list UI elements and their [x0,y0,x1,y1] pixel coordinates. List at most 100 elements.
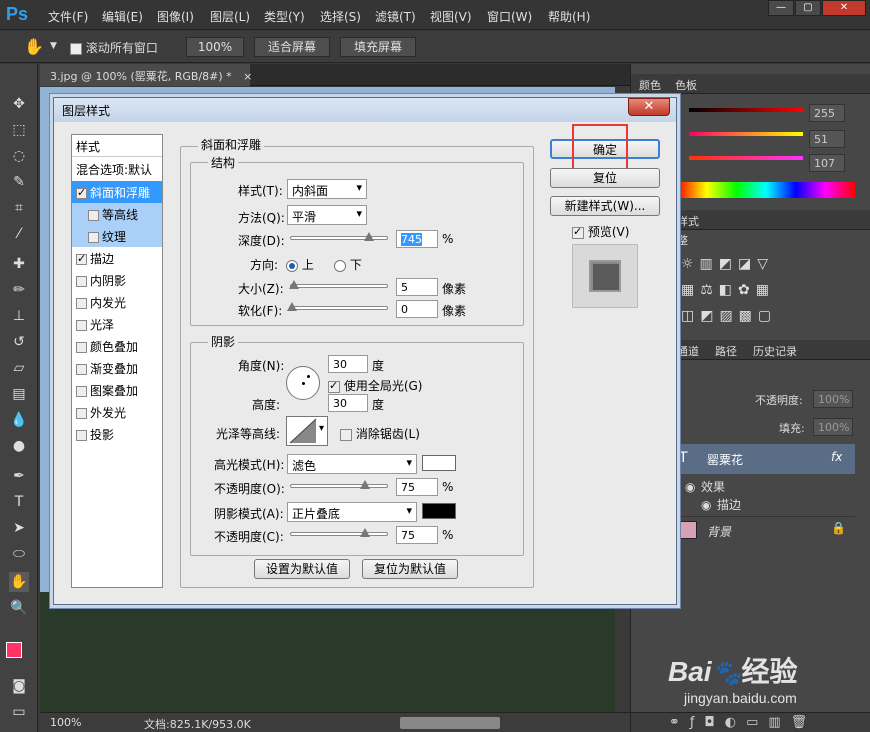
color-spectrum[interactable] [677,182,855,198]
new-style-button[interactable]: 新建样式(W)... [550,196,660,216]
marquee-tool-icon[interactable]: ⬚ [9,120,29,140]
tab-swatches[interactable]: 色板 [675,77,697,93]
style-inner-shadow[interactable]: 内阴影 [72,269,162,291]
dialog-close-button[interactable]: ✕ [628,98,670,116]
layer-panel-footer-icons[interactable]: ⚭ƒ◘◐▭▥🗑 [631,712,870,732]
angle-input[interactable]: 30 [328,355,368,373]
menu-layer[interactable]: 图层(L) [210,8,250,25]
menu-filter[interactable]: 滤镜(T) [375,8,416,25]
shape-tool-icon[interactable]: ⬭ [9,544,29,564]
history-brush-icon[interactable]: ↺ [9,332,29,352]
layer-row-poppy[interactable]: T 罂粟花 fx [675,444,855,474]
shadow-color-swatch[interactable] [422,503,456,519]
healing-brush-icon[interactable]: ✚ [9,254,29,274]
slider-thumb-icon[interactable] [289,280,299,289]
depth-input[interactable]: 745 [396,230,438,248]
style-bevel-emboss[interactable]: 斜面和浮雕 [72,181,162,203]
checkbox-icon[interactable] [328,379,340,393]
use-global-light-checkbox[interactable]: 使用全局光(G) [328,377,423,394]
brush-tool-icon[interactable]: ✏ [9,280,29,300]
menu-type[interactable]: 类型(Y) [264,8,305,25]
dodge-tool-icon[interactable]: ● [9,436,29,456]
stamp-tool-icon[interactable]: ⊥ [9,306,29,326]
tab-paths[interactable]: 路径 [715,343,737,359]
style-stroke[interactable]: 描边 [72,247,162,269]
move-tool-icon[interactable]: ✥ [9,94,29,114]
eraser-tool-icon[interactable]: ▱ [9,358,29,378]
blue-value[interactable]: 107 [809,154,845,172]
checkbox-icon[interactable] [76,430,87,441]
menu-file[interactable]: 文件(F) [48,8,88,25]
slider-thumb-icon[interactable] [287,302,297,311]
scroll-all-windows-checkbox[interactable]: 滚动所有窗口 [70,39,158,56]
screen-mode-icon[interactable]: ▭ [9,702,29,722]
checkbox-icon[interactable] [76,252,87,265]
style-contour[interactable]: 等高线 [72,203,162,225]
anti-aliased-checkbox[interactable]: 消除锯齿(L) [340,425,420,442]
size-input[interactable]: 5 [396,278,438,296]
menu-help[interactable]: 帮助(H) [548,8,590,25]
highlight-opacity-slider[interactable] [290,480,388,489]
direction-down-radio[interactable]: 下 [334,256,362,273]
close-window-button[interactable]: ✕ [822,0,866,16]
gradient-tool-icon[interactable]: ▤ [9,384,29,404]
radio-icon[interactable] [286,259,298,272]
slider-thumb-icon[interactable] [359,480,370,489]
style-gradient-overlay[interactable]: 渐变叠加 [72,357,162,379]
make-default-button[interactable]: 设置为默认值 [254,559,350,579]
reset-button[interactable]: 复位 [550,168,660,188]
style-outer-glow[interactable]: 外发光 [72,401,162,423]
checkbox-icon[interactable] [76,186,87,199]
adjustment-icons-row-1[interactable]: ☼▥◩◪▽ [681,256,774,272]
checkbox-icon[interactable] [76,276,87,287]
zoom-tool-icon[interactable]: 🔍 [9,598,29,618]
layer-opacity-input[interactable]: 100% [813,390,853,408]
highlight-opacity-input[interactable]: 75 [396,478,438,496]
green-value[interactable]: 51 [809,130,845,148]
hand-tool-icon[interactable]: ✋ [9,572,29,592]
red-value[interactable]: 255 [809,104,845,122]
fit-screen-button[interactable]: 适合屏幕 [254,37,330,57]
adjustment-icons-row-2[interactable]: ▦⚖◧✿▦ [681,282,775,298]
style-texture[interactable]: 纹理 [72,225,162,247]
tab-styles[interactable]: 样式 [677,213,699,229]
slider-thumb-icon[interactable] [364,232,375,241]
menu-edit[interactable]: 编辑(E) [102,8,143,25]
reset-default-button[interactable]: 复位为默认值 [362,559,458,579]
layer-fill-input[interactable]: 100% [813,418,853,436]
tab-adjustments[interactable]: 整 [677,232,688,248]
blur-tool-icon[interactable]: 💧 [9,410,29,430]
soften-input[interactable]: 0 [396,300,438,318]
quick-mask-icon[interactable]: ◙ [9,676,29,696]
slider-thumb-icon[interactable] [359,528,370,537]
style-inner-glow[interactable]: 内发光 [72,291,162,313]
checkbox-icon[interactable] [76,342,87,353]
angle-dial[interactable] [286,366,320,400]
technique-select[interactable]: 平滑 [287,205,367,225]
horizontal-scrollbar[interactable] [400,717,500,729]
checkbox-icon[interactable] [88,210,99,221]
type-tool-icon[interactable]: T [9,492,29,512]
preview-checkbox[interactable]: 预览(V) [572,223,629,240]
red-slider[interactable] [689,108,803,112]
eye-icon[interactable]: ◉ [701,498,711,512]
adjustment-icons-row-3[interactable]: ◫◩▨▩▢ [681,308,777,324]
checkbox-icon[interactable] [572,225,584,239]
gloss-contour-picker[interactable]: ▾ [286,416,328,446]
highlight-mode-select[interactable]: 滤色 [287,454,417,474]
green-slider[interactable] [689,132,803,136]
depth-slider[interactable] [290,232,388,241]
shadow-opacity-slider[interactable] [290,528,388,537]
soften-slider[interactable] [287,302,388,311]
minimize-button[interactable]: — [768,0,794,16]
zoom-100-button[interactable]: 100% [186,37,244,57]
radio-icon[interactable] [334,259,346,272]
checkbox-icon[interactable] [76,320,87,331]
chevron-down-icon[interactable]: ▾ [319,423,324,434]
fx-icon[interactable]: fx [831,450,842,464]
eyedropper-icon[interactable]: ⁄ [9,224,29,244]
layer-row-background[interactable]: 背景 🔒 [675,516,855,542]
altitude-input[interactable]: 30 [328,394,368,412]
shadow-opacity-input[interactable]: 75 [396,526,438,544]
close-tab-icon[interactable]: × [243,70,252,83]
